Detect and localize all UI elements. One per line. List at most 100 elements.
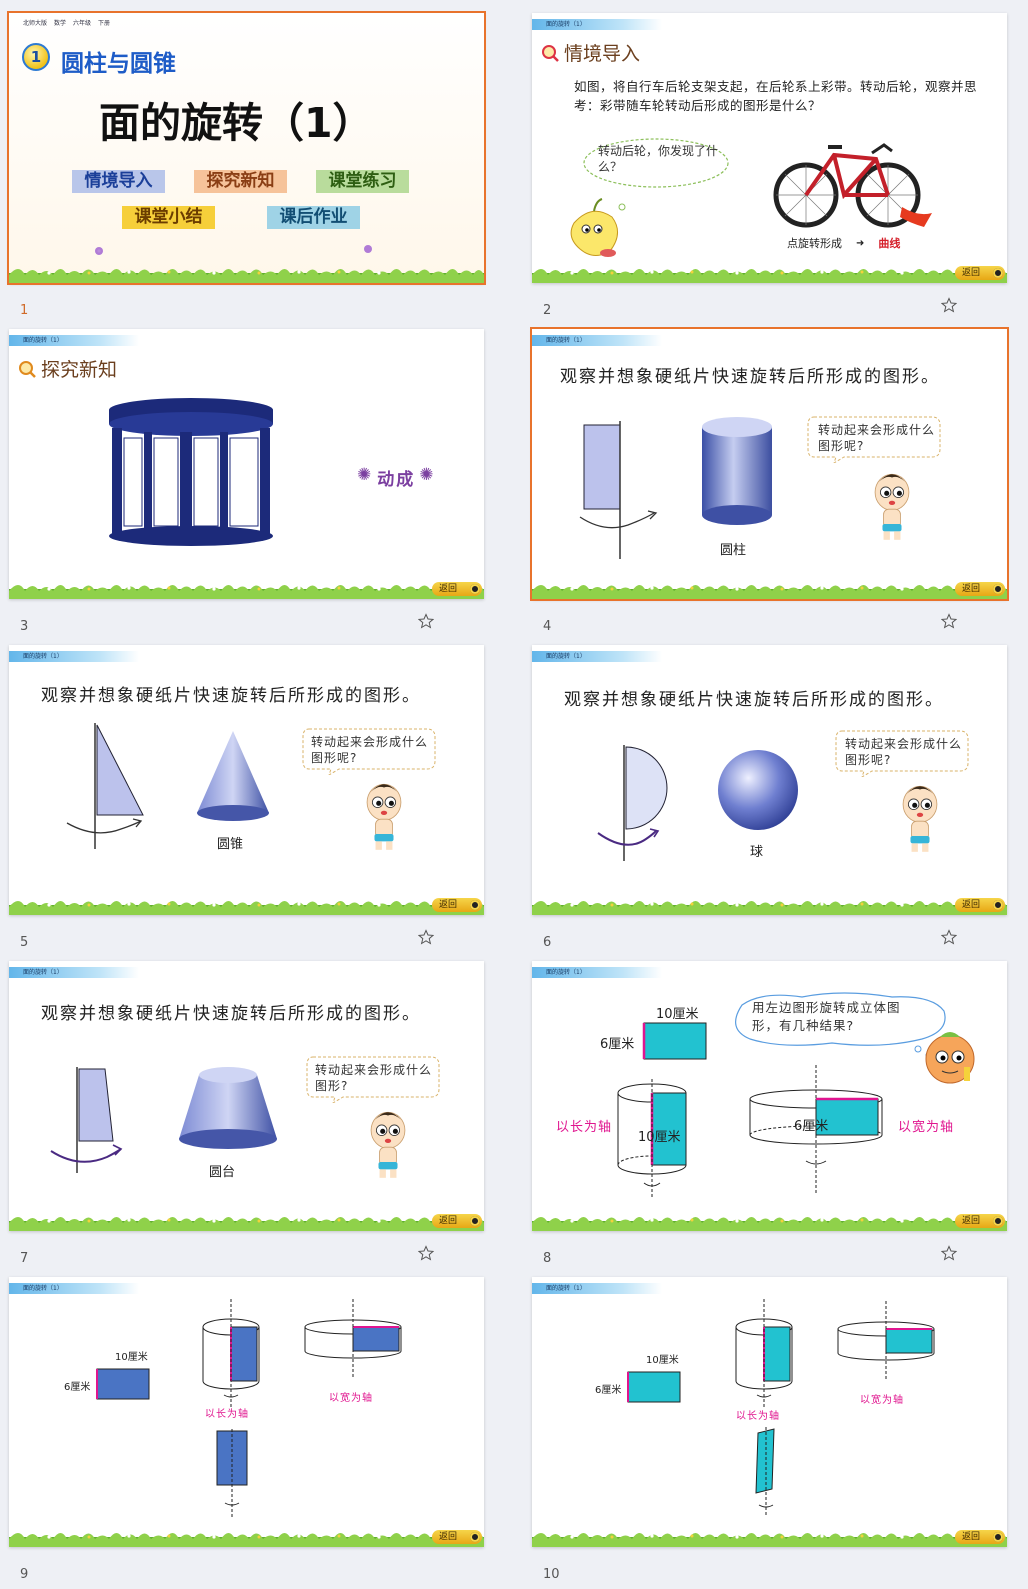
back-button[interactable]: 返回 xyxy=(432,1530,482,1544)
back-button[interactable]: 返回 xyxy=(432,1214,482,1228)
slide-thumb-5[interactable]: 面的旋转（1） 观察并想象硬纸片快速旋转后所形成的图形。 圆锥 转动起来会形成什… xyxy=(9,645,484,950)
caption-point: 点旋转形成 ➜ 曲线 xyxy=(787,235,900,251)
slide-heading: 观察并想象硬纸片快速旋转后所形成的图形。 xyxy=(560,367,940,387)
slide-10[interactable]: 面的旋转（1） 10厘米 6厘米 以长为轴 以宽为轴 返回 xyxy=(532,1277,1007,1547)
nav-btn-practice[interactable]: 课堂练习 xyxy=(316,170,409,193)
back-button[interactable]: 返回 xyxy=(432,898,482,912)
star-icon[interactable] xyxy=(941,613,957,629)
star-icon[interactable] xyxy=(941,1245,957,1261)
shape-label: 圆台 xyxy=(209,1165,236,1180)
shape-label: 圆锥 xyxy=(217,837,244,852)
apple-character xyxy=(570,198,626,257)
slide-thumb-1[interactable]: 北师大版 数学 六年级 下册 1 圆柱与圆锥 面的旋转（1） 情境导入 探究新知… xyxy=(7,11,486,318)
slide-3[interactable]: 面的旋转（1） 探究新知 ✺ 动成 ✺ 返回 xyxy=(9,329,484,599)
back-button[interactable]: 返回 xyxy=(432,582,482,596)
slide-thumb-10[interactable]: 面的旋转（1） 10厘米 6厘米 以长为轴 以宽为轴 返回 10 xyxy=(532,1277,1007,1582)
caption-curve: 曲线 xyxy=(878,237,901,250)
axis-wide-label: 以宽为轴 xyxy=(329,1393,373,1404)
lesson-tag: 面的旋转（1） xyxy=(532,1283,662,1294)
slide-thumb-9[interactable]: 面的旋转（1） 10厘米 6厘米 以长为轴 以宽为轴 返回 9 xyxy=(9,1277,484,1582)
back-button[interactable]: 返回 xyxy=(955,1530,1005,1544)
slide-thumb-4[interactable]: 面的旋转（1） 观察并想象硬纸片快速旋转后所形成的图形。 圆柱 转动起来会形成什… xyxy=(530,327,1009,634)
baby-character xyxy=(898,781,942,855)
section-title: 情境导入 xyxy=(540,39,640,66)
sphere-shape xyxy=(718,750,798,830)
unit-badge: 1 xyxy=(22,43,50,71)
shape-label: 球 xyxy=(750,845,764,860)
back-button[interactable]: 返回 xyxy=(955,266,1005,280)
spark-icon: ✺ xyxy=(419,465,436,485)
caption-point-text: 点旋转形成 xyxy=(787,237,842,250)
bubble-text: 转动起来会形成什么图形呢? xyxy=(311,735,429,765)
star-icon[interactable] xyxy=(941,297,957,313)
lesson-title: 面的旋转（1） xyxy=(99,99,374,147)
cylinder-long-axis xyxy=(735,1299,793,1409)
revolving-door-image xyxy=(109,398,273,546)
section-label: 情境导入 xyxy=(564,43,641,65)
slide-7[interactable]: 面的旋转（1） 观察并想象硬纸片快速旋转后所形成的图形。 圆台 转动起来会形成什… xyxy=(9,961,484,1231)
slide-thumb-7[interactable]: 面的旋转（1） 观察并想象硬纸片快速旋转后所形成的图形。 圆台 转动起来会形成什… xyxy=(9,961,484,1266)
baby-character xyxy=(366,1107,410,1181)
slide-number: 1 xyxy=(20,303,29,318)
nav-btn-summary[interactable]: 课堂小结 xyxy=(122,206,215,229)
slide-6[interactable]: 面的旋转（1） 观察并想象硬纸片快速旋转后所形成的图形。 球 转动起来会形成什么… xyxy=(532,645,1007,915)
back-button[interactable]: 返回 xyxy=(955,582,1005,596)
grass-border xyxy=(9,1211,484,1231)
magnifier-icon xyxy=(542,44,559,62)
motion-label: ✺ 动成 ✺ xyxy=(357,465,436,490)
slide-4[interactable]: 面的旋转（1） 观察并想象硬纸片快速旋转后所形成的图形。 圆柱 转动起来会形成什… xyxy=(530,327,1009,601)
cylinder-long-axis xyxy=(202,1299,260,1409)
rectangle-source xyxy=(627,1371,681,1403)
baby-character xyxy=(870,469,914,543)
tag-publisher: 北师大版 xyxy=(23,20,48,27)
width-label: 10厘米 xyxy=(115,1352,148,1363)
star-icon[interactable] xyxy=(941,929,957,945)
slide-9[interactable]: 面的旋转（1） 10厘米 6厘米 以长为轴 以宽为轴 返回 xyxy=(9,1277,484,1547)
slide-8[interactable]: 面的旋转（1） 10厘米 6厘米 用左边图形旋转成立体图形，有几种结果? 以长为… xyxy=(532,961,1007,1231)
slide-thumb-8[interactable]: 面的旋转（1） 10厘米 6厘米 用左边图形旋转成立体图形，有几种结果? 以长为… xyxy=(532,961,1007,1266)
slide-number: 7 xyxy=(20,1251,29,1266)
back-button[interactable]: 返回 xyxy=(955,1214,1005,1228)
lesson-tag: 面的旋转（1） xyxy=(9,967,139,978)
section-label: 探究新知 xyxy=(41,359,118,381)
slide-heading: 观察并想象硬纸片快速旋转后所形成的图形。 xyxy=(41,1004,421,1024)
slide-number: 2 xyxy=(543,303,552,318)
bubble-text: 转动起来会形成什么图形呢? xyxy=(845,737,963,767)
flower-icon xyxy=(364,245,372,253)
nav-btn-intro[interactable]: 情境导入 xyxy=(72,170,165,193)
trapezoid-rotation-diagram xyxy=(50,1067,123,1173)
triangle-rotation-diagram xyxy=(66,723,144,849)
prompt-text: 如图，将自行车后轮支架支起，在后轮系上彩带。转动后轮，观察并思考：彩带随车轮转动… xyxy=(574,79,978,113)
height-label: 6厘米 xyxy=(595,1385,622,1396)
axis-wide-label: 以宽为轴 xyxy=(860,1395,904,1406)
magnifier-icon xyxy=(19,360,36,378)
axis-long-label: 以长为轴 xyxy=(205,1409,249,1420)
slide-heading: 观察并想象硬纸片快速旋转后所形成的图形。 xyxy=(41,686,421,706)
back-button[interactable]: 返回 xyxy=(955,898,1005,912)
slide-number: 10 xyxy=(543,1567,560,1582)
bubble-text: 转动后轮，你发现了什么？ xyxy=(598,144,719,174)
slide-5[interactable]: 面的旋转（1） 观察并想象硬纸片快速旋转后所形成的图形。 圆锥 转动起来会形成什… xyxy=(9,645,484,915)
star-icon[interactable] xyxy=(418,1245,434,1261)
lesson-tag: 面的旋转（1） xyxy=(532,19,662,30)
unit-title: 圆柱与圆锥 xyxy=(61,51,176,77)
slide-2[interactable]: 面的旋转（1） 情境导入 如图，将自行车后轮支架支起，在后轮系上彩带。转动后轮，… xyxy=(532,13,1007,283)
slide-thumb-3[interactable]: 面的旋转（1） 探究新知 ✺ 动成 ✺ 返回 3 xyxy=(9,329,484,634)
slide-thumb-2[interactable]: 面的旋转（1） 情境导入 如图，将自行车后轮支架支起，在后轮系上彩带。转动后轮，… xyxy=(532,13,1007,318)
cylinder-wide-axis xyxy=(837,1301,935,1381)
height-label: 6厘米 xyxy=(600,1037,635,1052)
slide-1[interactable]: 北师大版 数学 六年级 下册 1 圆柱与圆锥 面的旋转（1） 情境导入 探究新知… xyxy=(7,11,486,285)
grass-border xyxy=(9,263,484,283)
rotated-rectangle xyxy=(216,1429,248,1517)
nav-btn-homework[interactable]: 课后作业 xyxy=(267,206,360,229)
tag-subject: 数学 xyxy=(54,20,67,27)
star-icon[interactable] xyxy=(418,613,434,629)
slide-number: 3 xyxy=(20,619,29,634)
star-icon[interactable] xyxy=(418,929,434,945)
lesson-tag: 面的旋转（1） xyxy=(532,335,662,346)
nav-btn-explore[interactable]: 探究新知 xyxy=(194,170,287,193)
thinking-character xyxy=(925,1032,975,1084)
section-title: 探究新知 xyxy=(17,355,117,382)
slide-thumb-6[interactable]: 面的旋转（1） 观察并想象硬纸片快速旋转后所形成的图形。 球 转动起来会形成什么… xyxy=(532,645,1007,950)
grass-border xyxy=(532,895,1007,915)
